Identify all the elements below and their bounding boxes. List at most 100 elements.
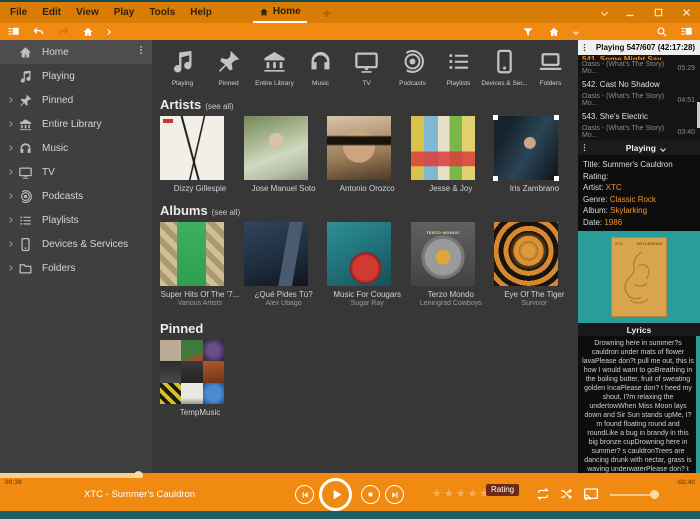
artist-card-selected[interactable]: Iris Zambrano — [494, 116, 578, 193]
close-icon[interactable] — [681, 7, 692, 18]
forward-redo-icon[interactable] — [57, 25, 70, 38]
album-card[interactable]: TERZO MONDOTerzo MondoLeningrad Cowboys — [411, 222, 495, 307]
expand-chevron-icon[interactable] — [8, 98, 18, 102]
tab-home[interactable]: Home — [253, 2, 307, 23]
expand-chevron-icon[interactable] — [8, 170, 18, 174]
artist-card[interactable]: Dizzy Gillespie — [160, 116, 244, 193]
sidebar-item-tv[interactable]: TV — [0, 160, 152, 184]
album-card[interactable]: Eye Of The TigerSurvivor — [494, 222, 578, 307]
pinned-collage-tempmusic[interactable] — [160, 340, 224, 404]
more-options-icon[interactable] — [136, 45, 146, 55]
sidebar-item-playing[interactable]: Playing — [0, 64, 152, 88]
expand-chevron-icon[interactable] — [8, 146, 18, 150]
collapse-chevron-icon[interactable] — [660, 146, 666, 152]
queue-row[interactable]: Oasis - (What's The Story) Mo...04:51 — [578, 92, 700, 108]
pinned-card[interactable]: TempMusic — [160, 340, 247, 417]
album-card[interactable]: ¿Qué Pides Tú?Alex Ubago — [244, 222, 328, 307]
sidebar-item-playlists[interactable]: Playlists — [0, 208, 152, 232]
menu-file[interactable]: File — [10, 7, 27, 18]
sidebar-item-podcasts[interactable]: Podcasts — [0, 184, 152, 208]
lyrics-text[interactable]: Drowning here in summer?s cauldron under… — [578, 336, 700, 473]
shortcut-entire-library[interactable]: Entire Library — [252, 48, 297, 87]
expand-chevron-icon[interactable] — [8, 194, 18, 198]
current-track-title[interactable]: XTC - Summer's Cauldron — [84, 489, 195, 500]
artist-photo-antonio-orozco[interactable] — [327, 116, 391, 180]
shortcut-playing[interactable]: Playing — [160, 48, 205, 87]
artist-photo-jesse-and-joy[interactable] — [411, 116, 475, 180]
lyrics-header[interactable]: Lyrics — [578, 323, 700, 336]
artist-card[interactable]: Jesse & Joy — [411, 116, 495, 193]
next-button[interactable] — [385, 485, 404, 504]
stop-button[interactable] — [361, 485, 380, 504]
artists-see-all-link[interactable]: (see all) — [205, 102, 233, 111]
new-tab-button[interactable]: + — [323, 8, 331, 18]
album-cover-terzo-mondo[interactable]: TERZO MONDO — [411, 222, 475, 286]
album-cover-music-for-cougars[interactable] — [327, 222, 391, 286]
sidebar-item-devices-services[interactable]: Devices & Services — [0, 232, 152, 256]
album-cover-super-hits[interactable] — [160, 222, 224, 286]
shortcut-folders[interactable]: Folders — [528, 48, 573, 87]
breadcrumb-chevron-icon[interactable] — [105, 29, 111, 35]
album-art-skylarking[interactable]: XTCSKYLARKING — [578, 231, 700, 323]
previous-button[interactable] — [295, 485, 314, 504]
queue-options-icon[interactable] — [580, 42, 589, 53]
expand-chevron-icon[interactable] — [8, 242, 18, 246]
sidebar-toggle-icon[interactable] — [7, 25, 20, 38]
sidebar-item-pinned[interactable]: Pinned — [0, 88, 152, 112]
shortcut-playlists[interactable]: Playlists — [436, 48, 481, 87]
menu-view[interactable]: View — [76, 7, 99, 18]
artist-card[interactable]: Jose Manuel Soto — [244, 116, 328, 193]
albums-see-all-link[interactable]: (see all) — [212, 208, 240, 217]
artist-photo-iris-zambrano[interactable] — [494, 116, 558, 180]
right-panel-toggle-icon[interactable] — [680, 25, 693, 38]
queue-row[interactable]: 542. Cast No Shadow — [578, 76, 700, 92]
menu-tools[interactable]: Tools — [149, 7, 175, 18]
expand-chevron-icon[interactable] — [8, 122, 18, 126]
repeat-icon[interactable] — [536, 487, 550, 501]
minimize-icon[interactable] — [624, 7, 636, 19]
shortcut-podcasts[interactable]: Podcasts — [390, 48, 435, 87]
play-button[interactable] — [319, 478, 352, 511]
album-cover-eye-of-the-tiger[interactable] — [494, 222, 558, 286]
search-icon[interactable] — [656, 26, 668, 38]
artist-photo-dizzy-gillespie[interactable] — [160, 116, 224, 180]
album-cover-que-pides-tu[interactable] — [244, 222, 308, 286]
rating-stars[interactable]: ★★★★★ — [432, 487, 491, 500]
lyrics-scrollbar-thumb[interactable] — [696, 336, 700, 473]
window-collapse-icon[interactable] — [601, 9, 608, 16]
shortcut-devices-services[interactable]: Devices & Ser... — [482, 48, 527, 87]
maximize-icon[interactable] — [653, 7, 664, 18]
sidebar-item-home[interactable]: Home — [0, 40, 152, 64]
view-dropdown-chevron-icon[interactable] — [573, 29, 579, 35]
info-rating[interactable]: Rating: — [583, 171, 695, 183]
volume-slider[interactable] — [610, 494, 654, 496]
queue-header[interactable]: Playing 547/607 (42:17:28) — [578, 40, 700, 55]
sidebar-item-entire-library[interactable]: Entire Library — [0, 112, 152, 136]
home-nav-icon[interactable] — [82, 26, 94, 38]
menu-play[interactable]: Play — [114, 7, 135, 18]
queue-row[interactable]: 543. She's Electric — [578, 108, 700, 124]
album-card[interactable]: Super Hits Of The '7...Various Artists — [160, 222, 244, 307]
playing-section-header[interactable]: Playing — [578, 140, 700, 155]
home-view-icon[interactable] — [548, 26, 560, 38]
queue-row[interactable]: Oasis - (What's The Story) Mo...05:29 — [578, 60, 700, 76]
shortcut-tv[interactable]: TV — [344, 48, 389, 87]
queue-row[interactable]: Oasis - (What's The Story) Mo...03:40 — [578, 124, 700, 140]
shortcut-music[interactable]: Music — [298, 48, 343, 87]
album-card[interactable]: Music For CougarsSugar Ray — [327, 222, 411, 307]
expand-chevron-icon[interactable] — [8, 266, 18, 270]
shuffle-icon[interactable] — [559, 487, 573, 501]
artist-card[interactable]: Antonio Orozco — [327, 116, 411, 193]
sidebar-item-folders[interactable]: Folders — [0, 256, 152, 280]
menu-help[interactable]: Help — [190, 7, 212, 18]
expand-chevron-icon[interactable] — [8, 218, 18, 222]
filter-icon[interactable] — [522, 26, 534, 38]
playing-options-icon[interactable] — [580, 142, 589, 153]
shortcut-pinned[interactable]: Pinned — [206, 48, 251, 87]
artist-photo-jose-manuel-soto[interactable] — [244, 116, 308, 180]
back-undo-icon[interactable] — [32, 25, 45, 38]
sidebar-item-music[interactable]: Music — [0, 136, 152, 160]
cast-icon[interactable] — [583, 486, 599, 502]
volume-handle[interactable] — [650, 490, 659, 499]
menu-edit[interactable]: Edit — [42, 7, 61, 18]
